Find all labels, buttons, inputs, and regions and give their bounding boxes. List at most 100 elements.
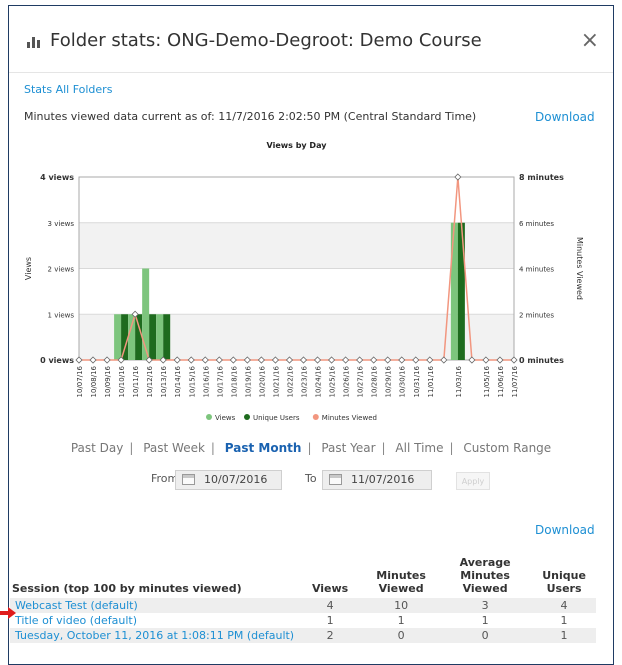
filter-past-day[interactable]: Past Day: [71, 441, 124, 455]
unique-users-column-header: Unique Users: [542, 569, 586, 595]
filter-past-month[interactable]: Past Month: [225, 441, 302, 455]
legend-label: Minutes Viewed: [322, 414, 377, 422]
x-tick-label: 10/23/16: [301, 365, 309, 397]
close-icon[interactable]: ×: [581, 30, 599, 52]
legend-marker: [312, 414, 319, 420]
legend-label: Unique Users: [253, 414, 300, 422]
x-tick-label: 10/24/16: [315, 365, 323, 397]
minutes-column-header: Minutes Viewed: [376, 569, 426, 595]
filter-separator: |: [210, 441, 215, 455]
to-date-value: 11/07/2016: [351, 473, 415, 486]
avg-minutes-cell: 0: [438, 628, 533, 643]
views-by-day-chart: Views by Day 0 views 1 views 2 views 3 views…: [24, 141, 584, 422]
x-tick-label: 10/08/16: [90, 365, 98, 397]
y2-axis-label: Minutes Viewed: [575, 237, 584, 300]
y-axis-label: Views: [24, 257, 33, 280]
views-cell: 4: [296, 598, 365, 613]
x-tick-label: 10/29/16: [385, 365, 393, 397]
time-range-filters: Past Day | Past Week | Past Month | Past Ye…: [9, 441, 613, 455]
calendar-icon[interactable]: [329, 474, 342, 485]
table-header-row: Session (top 100 by minutes viewed) View…: [10, 556, 596, 598]
views-bar: [128, 314, 136, 360]
y-tick-label: 0 views: [40, 356, 74, 365]
x-tick-label: 11/03/16: [455, 365, 463, 397]
stats-all-folders-link[interactable]: Stats All Folders: [24, 83, 112, 96]
legend-marker: [244, 414, 250, 420]
to-label: To: [305, 472, 317, 485]
unique-users-cell: 1: [532, 628, 596, 643]
x-tick-label: 10/22/16: [286, 365, 294, 397]
session-link[interactable]: Title of video (default): [10, 613, 296, 628]
filter-separator: |: [129, 441, 134, 455]
x-tick-label: 10/07/16: [76, 365, 84, 397]
legend-marker: [206, 414, 212, 420]
x-tick-label: 10/09/16: [104, 365, 112, 397]
unique-users-bar: [457, 222, 465, 360]
y-tick-label: 1 views: [48, 311, 75, 319]
x-tick-label: 11/06/16: [497, 365, 505, 397]
filter-custom-range[interactable]: Custom Range: [463, 441, 551, 455]
unique-users-bar: [149, 314, 157, 360]
avg-minutes-cell: 1: [481, 614, 489, 627]
chart-title: Views by Day: [267, 141, 328, 150]
x-tick-label: 10/20/16: [258, 365, 266, 397]
minutes-cell: 1: [397, 614, 405, 627]
y-tick-label: 4 views: [40, 173, 74, 182]
from-date-field[interactable]: 10/07/2016: [175, 470, 282, 490]
filter-all-time[interactable]: All Time: [395, 441, 443, 455]
avg-minutes-cell: 3: [438, 598, 533, 613]
filter-separator: |: [381, 441, 386, 455]
session-link[interactable]: Tuesday, October 11, 2016 at 1:08:11 PM …: [10, 628, 297, 643]
unique-users-cell: 1: [560, 614, 568, 627]
x-tick-label: 10/27/16: [357, 365, 365, 397]
x-tick-label: 10/16/16: [202, 365, 210, 397]
views-bar: [156, 314, 164, 360]
session-column-header: Session (top 100 by minutes viewed): [12, 582, 242, 595]
x-tick-label: 10/14/16: [174, 365, 182, 397]
x-tick-label: 10/19/16: [244, 365, 252, 397]
y-tick-label: 3 views: [48, 220, 75, 228]
unique-users-bar: [121, 314, 129, 360]
unique-users-bar: [135, 314, 143, 360]
data-current-text: Minutes viewed data current as of: 11/7/…: [24, 110, 477, 123]
from-date-value: 10/07/2016: [204, 473, 268, 486]
x-tick-label: 10/15/16: [188, 365, 196, 397]
unique-users-bar: [163, 314, 171, 360]
plot-band: [79, 222, 514, 269]
x-tick-label: 10/25/16: [329, 365, 337, 397]
filter-separator: |: [307, 441, 312, 455]
title-area: Folder stats: ONG-Demo-Degroot: Demo Cou…: [26, 30, 482, 51]
dialog-title: Folder stats: ONG-Demo-Degroot: Demo Cou…: [50, 30, 482, 51]
sessions-table: Session (top 100 by minutes viewed) View…: [10, 556, 596, 643]
filter-past-week[interactable]: Past Week: [143, 441, 205, 455]
pointer-arrow-icon: [0, 607, 16, 619]
x-tick-label: 10/31/16: [413, 365, 421, 397]
x-tick-label: 10/21/16: [272, 365, 280, 397]
minutes-cell: 0: [364, 628, 439, 643]
legend-label: Views: [215, 414, 236, 422]
y2-tick-label: 6 minutes: [519, 220, 554, 228]
x-tick-label: 10/26/16: [343, 365, 351, 397]
download-table-link[interactable]: Download: [535, 523, 595, 537]
y-tick-label: 2 views: [48, 266, 75, 274]
filter-past-year[interactable]: Past Year: [321, 441, 375, 455]
x-tick-label: 10/10/16: [118, 365, 126, 397]
calendar-icon[interactable]: [182, 474, 195, 485]
x-tick-label: 10/28/16: [371, 365, 379, 397]
minutes-cell: 10: [364, 598, 439, 613]
download-chart-link[interactable]: Download: [535, 110, 595, 124]
views-cell: 2: [296, 628, 365, 643]
table-row: Tuesday, October 11, 2016 at 1:08:11 PM …: [10, 628, 596, 643]
to-date-field[interactable]: 11/07/2016: [322, 470, 432, 490]
session-link[interactable]: Webcast Test (default): [10, 598, 297, 613]
avg-minutes-column-header: Average Minutes Viewed: [459, 556, 511, 595]
x-tick-label: 11/07/16: [511, 365, 519, 397]
unique-users-cell: 4: [532, 598, 596, 613]
x-tick-label: 10/12/16: [146, 365, 154, 397]
plot-band: [79, 177, 514, 223]
y2-tick-label: 8 minutes: [519, 173, 564, 182]
apply-button[interactable]: Apply: [456, 472, 490, 490]
table-row: Title of video (default) 1 1 1 1: [10, 613, 596, 628]
y2-tick-label: 4 minutes: [519, 266, 554, 274]
views-column-header: Views: [311, 582, 349, 595]
